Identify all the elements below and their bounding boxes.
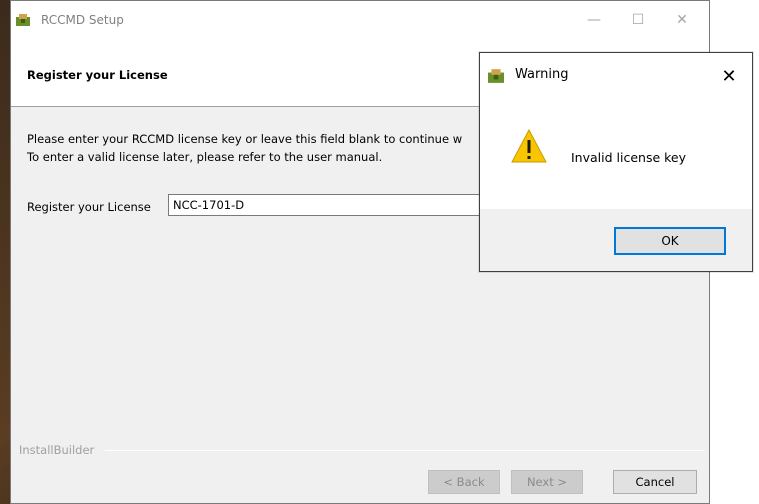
app-icon bbox=[488, 69, 504, 83]
description-line-1: Please enter your RCCMD license key or l… bbox=[27, 132, 463, 146]
ok-button[interactable]: OK bbox=[614, 227, 726, 255]
page-title: Register your License bbox=[27, 68, 168, 82]
installbuilder-label: InstallBuilder bbox=[19, 443, 95, 457]
dialog-close-button[interactable]: ✕ bbox=[716, 63, 742, 89]
close-button[interactable]: ✕ bbox=[659, 1, 705, 39]
next-button[interactable]: Next > bbox=[511, 470, 583, 494]
warning-dialog: Warning ✕ Invalid license key OK bbox=[479, 52, 753, 272]
app-icon bbox=[16, 14, 30, 26]
cancel-button[interactable]: Cancel bbox=[613, 470, 697, 494]
license-field-label: Register your License bbox=[27, 200, 151, 214]
description-line-2: To enter a valid license later, please r… bbox=[27, 150, 383, 164]
dialog-titlebar[interactable]: Warning ✕ bbox=[480, 53, 752, 97]
footer-divider bbox=[105, 450, 705, 451]
minimize-button[interactable]: — bbox=[571, 1, 617, 39]
back-button[interactable]: < Back bbox=[428, 470, 500, 494]
dialog-title: Warning bbox=[515, 67, 569, 82]
license-input[interactable]: NCC-1701-D bbox=[168, 194, 508, 216]
dialog-message: Invalid license key bbox=[571, 150, 687, 165]
warning-triangle-icon bbox=[511, 129, 547, 163]
maximize-button[interactable]: ☐ bbox=[615, 1, 661, 39]
window-title: RCCMD Setup bbox=[41, 13, 124, 27]
window-titlebar[interactable]: RCCMD Setup — ☐ ✕ bbox=[11, 1, 709, 39]
